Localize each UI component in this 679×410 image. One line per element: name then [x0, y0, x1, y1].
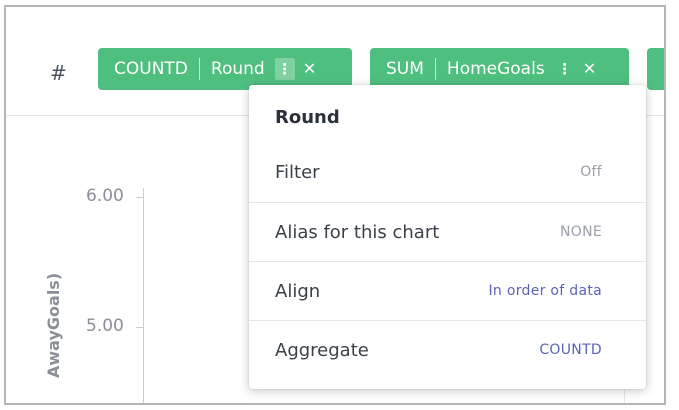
y-tick-label: 6.00 — [86, 186, 124, 206]
menu-item-align[interactable]: Align In order of data — [249, 262, 646, 320]
menu-item-aggregate[interactable]: Aggregate COUNTD — [249, 321, 646, 379]
pill-field-name: HomeGoals — [446, 59, 545, 79]
field-options-menu: Round Filter Off Alias for this chart NO… — [249, 85, 646, 389]
menu-item-value: COUNTD — [539, 342, 602, 358]
close-icon[interactable]: ✕ — [303, 59, 316, 79]
pill-divider — [434, 58, 436, 80]
y-axis-line — [143, 188, 144, 403]
pill-aggregate: S — [663, 59, 664, 79]
menu-item-label: Align — [275, 280, 321, 302]
y-tick — [136, 327, 144, 328]
field-pill-homegoals[interactable]: SUM HomeGoals ⋮ ✕ — [370, 48, 629, 90]
menu-item-value: In order of data — [488, 283, 602, 299]
menu-item-value: Off — [580, 164, 602, 180]
kebab-menu-icon[interactable]: ⋮ — [274, 58, 295, 80]
numeric-field-icon: # — [50, 61, 67, 85]
pill-divider — [198, 58, 200, 80]
field-pill-partial[interactable]: S — [647, 48, 664, 90]
menu-item-label: Aggregate — [275, 339, 369, 361]
pill-aggregate: COUNTD — [114, 59, 188, 79]
pill-field-name: Round — [210, 59, 265, 79]
menu-item-alias[interactable]: Alias for this chart NONE — [249, 203, 646, 261]
app-frame: # COUNTD Round ⋮ ✕ SUM HomeGoals ⋮ ✕ S 6… — [4, 5, 666, 405]
y-tick — [136, 197, 144, 198]
y-axis-title: AwayGoals) — [44, 272, 63, 378]
close-icon[interactable]: ✕ — [583, 59, 596, 79]
menu-item-value: NONE — [559, 224, 602, 240]
menu-item-label: Filter — [275, 161, 320, 183]
field-pill-round[interactable]: COUNTD Round ⋮ ✕ — [98, 48, 352, 90]
y-tick-label: 5.00 — [86, 316, 124, 336]
kebab-menu-icon[interactable]: ⋮ — [555, 58, 575, 80]
pill-aggregate: SUM — [386, 59, 424, 79]
menu-item-filter[interactable]: Filter Off — [249, 143, 646, 201]
menu-item-label: Alias for this chart — [275, 221, 440, 243]
menu-title: Round — [275, 107, 340, 128]
